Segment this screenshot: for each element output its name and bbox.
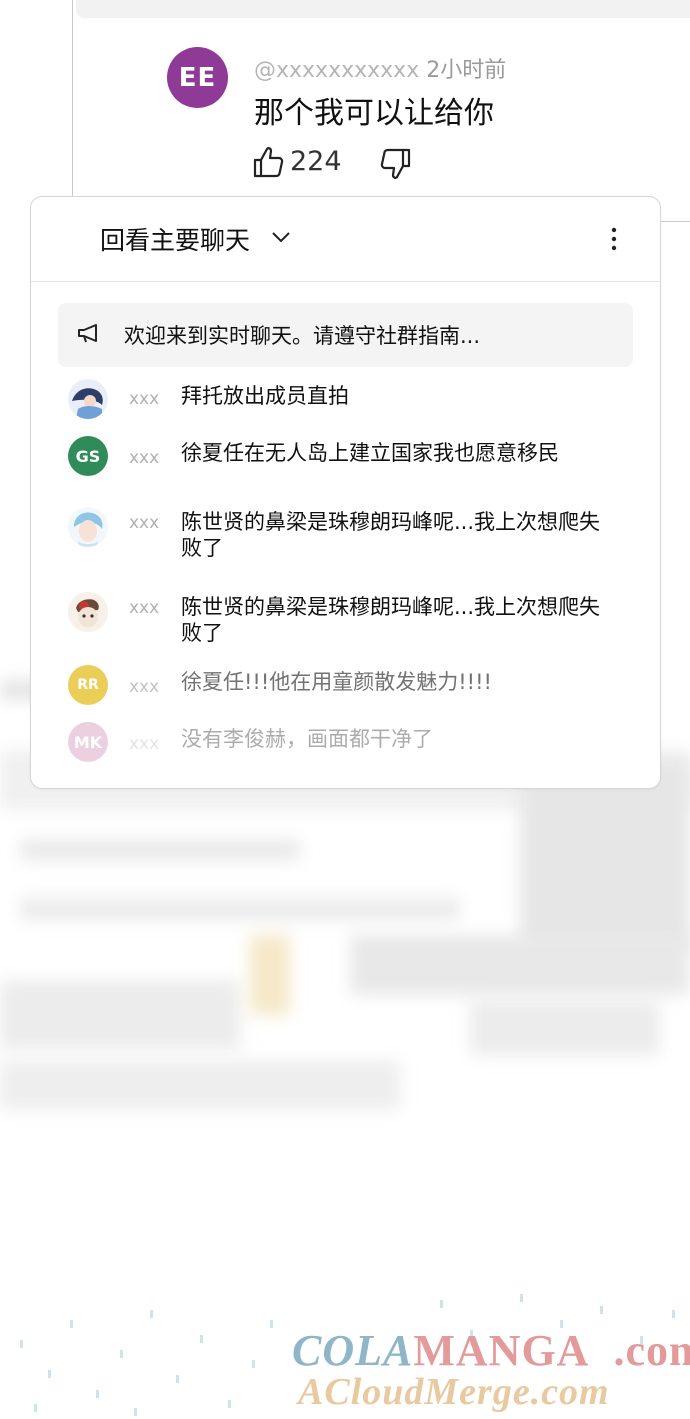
pinned-text: 欢迎来到实时聊天。请遵守社群指南... [124,324,481,348]
chat-message-text: 没有李俊赫，画面都干净了 [181,727,433,751]
comment-text: 那个我可以让给你 [254,96,494,131]
avatar-initials: RR [77,677,99,693]
watermark-secondary: ACloudMerge.com [298,1371,610,1413]
chat-message-text: 陈世贤的鼻梁是珠穆朗玛峰呢...我上次想爬失败了 [181,510,601,560]
comment-avatar-initials: EE [178,62,217,93]
comment-meta: @xxxxxxxxxxx 2小时前 [254,52,506,84]
chat-username[interactable]: xxx [129,734,159,754]
avatar-illustration-icon [68,379,108,419]
avatar-initials: GS [75,446,101,466]
comment-divider [660,221,690,222]
like-count: 224 [290,146,342,177]
chat-username[interactable]: xxx [129,389,159,409]
blurred-background-block [0,980,240,1050]
more-options-icon[interactable] [609,225,619,253]
comment-avatar[interactable]: EE [167,47,228,108]
user-avatar-initials[interactable]: RR [68,665,108,705]
blurred-background-line [20,840,300,860]
live-chat-card: 回看主要聊天 欢迎来到实时聊天。请遵守社群指南... xxx 拜托放出成员直拍 [30,196,661,789]
blurred-background-line [20,898,460,920]
watermark-brand-part2: MANGA [413,1326,590,1375]
avatar-initials: MK [73,732,103,752]
blurred-background-block [350,935,690,995]
pinned-announcement[interactable]: 欢迎来到实时聊天。请遵守社群指南... [58,303,633,367]
comment-username[interactable]: @xxxxxxxxxxx [254,58,419,83]
chat-username[interactable]: xxx [129,677,159,697]
chat-message-text: 拜托放出成员直拍 [181,384,349,408]
chevron-down-icon[interactable] [271,230,291,244]
avatar-illustration-icon [68,507,108,547]
chat-username[interactable]: xxx [129,513,159,533]
chat-username[interactable]: xxx [129,448,159,468]
comment-time: 2小时前 [426,58,507,83]
thumbs-up-icon[interactable] [252,145,284,179]
blurred-background-block [0,1060,400,1110]
blurred-background-block [470,1000,660,1055]
chat-header: 回看主要聊天 [31,197,660,282]
previous-comment-edge [76,0,690,18]
user-avatar-image[interactable] [68,379,108,419]
chat-message-text: 陈世贤的鼻梁是珠穆朗玛峰呢...我上次想爬失败了 [181,595,601,645]
blurred-background-block [250,935,290,1015]
user-avatar-initials[interactable]: MK [68,722,108,762]
chat-title[interactable]: 回看主要聊天 [100,221,250,257]
avatar-illustration-icon [68,592,108,632]
user-avatar-image[interactable] [68,507,108,547]
user-avatar-image[interactable] [68,592,108,632]
watermark-brand-part1: COLA [292,1326,414,1375]
megaphone-icon [78,324,97,343]
watermark-tld: .com [613,1326,690,1375]
user-avatar-initials[interactable]: GS [68,436,108,476]
thumbs-down-icon[interactable] [380,147,412,181]
chat-username[interactable]: xxx [129,598,159,618]
chat-message-text: 徐夏任!!!他在用童颜散发魅力!!!! [181,670,492,694]
watermark-brand: COLAMANGA .com [292,1325,690,1376]
chat-message-text: 徐夏任在无人岛上建立国家我也愿意移民 [181,441,559,465]
